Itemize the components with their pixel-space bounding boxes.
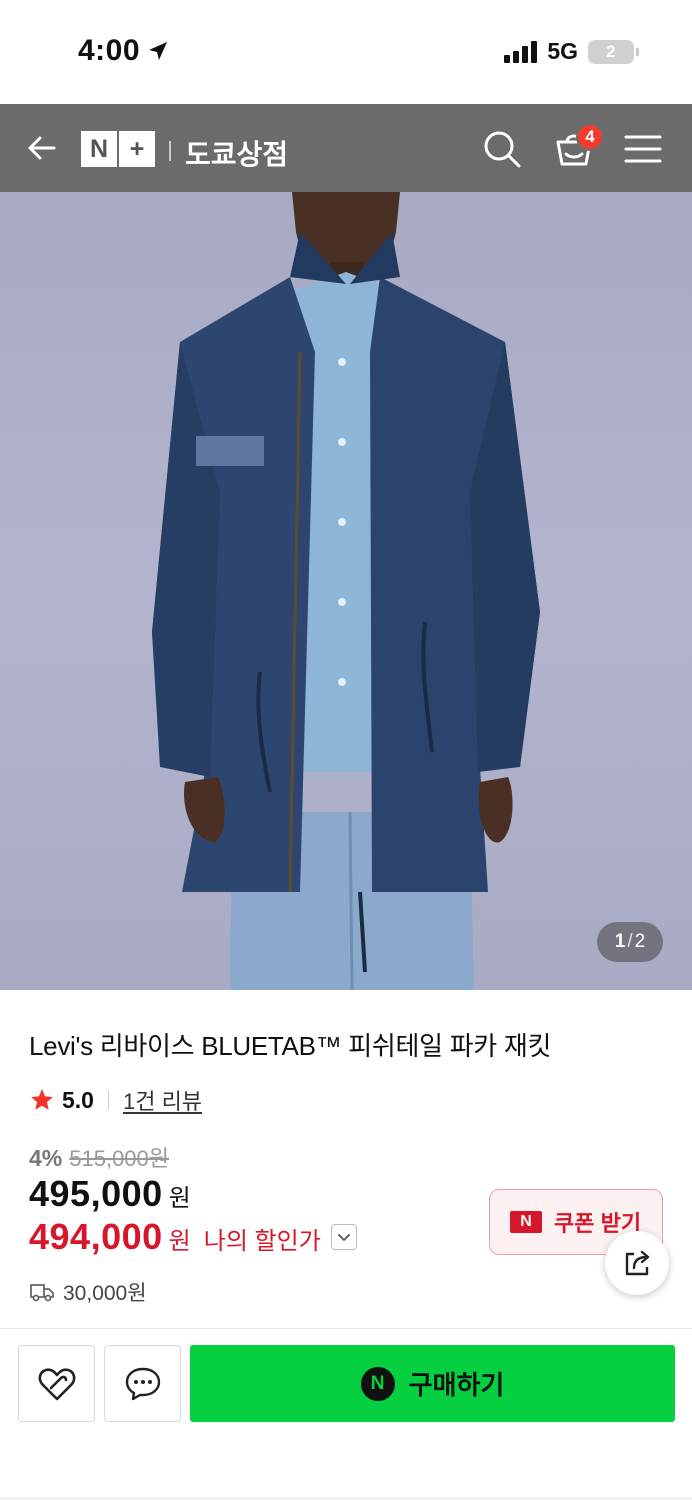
store-name[interactable]: 도쿄상점 — [185, 133, 288, 173]
discount-row: 4% 515,000원 — [29, 1141, 169, 1173]
header-divider — [169, 141, 171, 161]
shipping-fee: 30,000원 — [63, 1282, 147, 1305]
naver-plus-logo[interactable]: N + — [81, 131, 155, 167]
star-icon — [31, 1089, 53, 1110]
status-time: 4:00 — [78, 34, 170, 68]
talk-chat-icon — [125, 1367, 160, 1400]
logo-plus: + — [119, 131, 155, 167]
my-discount-price-label: 나의 할인가 — [203, 1228, 321, 1255]
share-button[interactable] — [605, 1231, 669, 1295]
shipping-row: 30,000원 — [29, 1277, 147, 1307]
battery-level: 2 — [606, 41, 616, 61]
product-title: Levi's 리바이스 BLUETAB™ 피쉬테일 파카 재킷 — [29, 1031, 552, 1061]
review-count-link[interactable]: 1건 리뷰 — [123, 1084, 202, 1116]
status-indicators: 5G 2 — [504, 38, 639, 65]
my-discount-price-row[interactable]: 494,000 원 나의 할인가 — [29, 1216, 357, 1258]
rating-value: 5.0 — [62, 1086, 94, 1113]
product-image[interactable]: 1/2 — [0, 192, 692, 990]
product-photo — [152, 192, 540, 990]
share-icon — [625, 1250, 650, 1276]
search-icon[interactable] — [482, 129, 522, 169]
image-counter-separator: / — [627, 931, 633, 952]
naver-pay-badge: N — [360, 1366, 395, 1401]
back-arrow-icon[interactable] — [24, 130, 60, 166]
buy-now-label: 구매하기 — [408, 1370, 505, 1400]
my-discount-price: 494,000 — [29, 1216, 163, 1257]
clock: 4:00 — [78, 34, 141, 67]
network-type: 5G — [547, 38, 578, 64]
talk-talk-button[interactable] — [104, 1345, 181, 1422]
signal-icon — [504, 40, 538, 63]
bottom-action-bar: N 구매하기 — [0, 1329, 692, 1500]
price-row: 495,000 원 — [29, 1173, 191, 1215]
rating-row: 5.0 1건 리뷰 — [29, 1084, 202, 1116]
naver-coupon-badge: N — [510, 1211, 542, 1233]
image-counter: 1/2 — [597, 922, 663, 962]
image-counter-current: 1 — [614, 931, 626, 952]
wishlist-button[interactable] — [18, 1345, 95, 1422]
truck-icon — [30, 1284, 54, 1302]
cart-count-badge: 4 — [576, 123, 604, 151]
chevron-down-icon[interactable] — [330, 1224, 357, 1250]
battery-icon: 2 — [588, 39, 639, 64]
wishlist-heart-icon — [38, 1367, 75, 1400]
rating-separator — [107, 1090, 109, 1110]
buy-now-button[interactable]: N 구매하기 — [190, 1345, 675, 1422]
status-bar: 4:00 5G 2 — [0, 0, 692, 104]
location-arrow-icon — [149, 42, 168, 60]
original-price: 515,000원 — [69, 1146, 170, 1171]
my-discount-price-unit: 원 — [168, 1228, 191, 1255]
image-counter-total: 2 — [634, 931, 646, 952]
menu-icon[interactable] — [624, 134, 662, 164]
sale-price-unit: 원 — [168, 1185, 191, 1212]
discount-rate: 4% — [29, 1145, 63, 1171]
logo-n: N — [81, 131, 117, 167]
sale-price: 495,000 — [29, 1173, 163, 1214]
